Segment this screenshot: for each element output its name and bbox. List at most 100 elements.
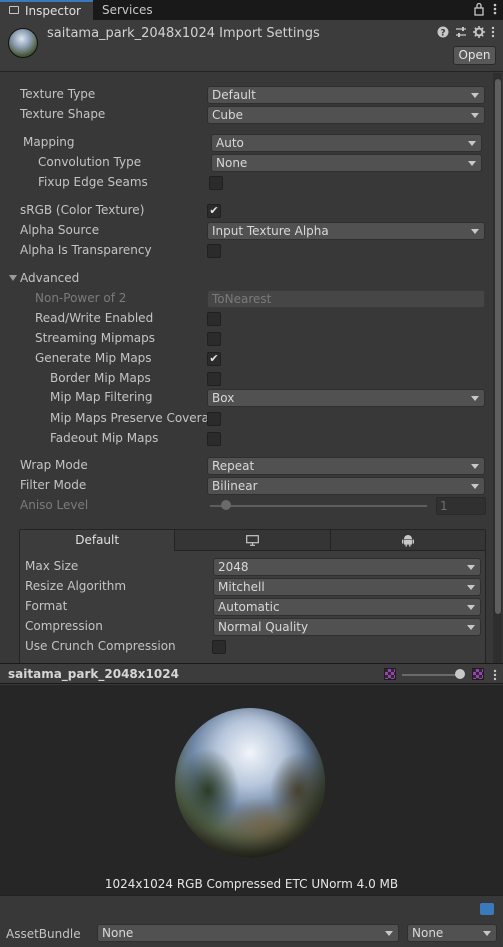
format-dropdown[interactable]: Automatic: [213, 598, 481, 616]
presets-icon[interactable]: [455, 26, 467, 38]
chevron-down-icon: [468, 141, 476, 146]
alpha-preview-icon[interactable]: [384, 668, 396, 680]
aniso-level-slider-knob: [221, 500, 231, 510]
aniso-level-label: Aniso Level: [20, 498, 89, 512]
mip-map-filtering-dropdown[interactable]: Box: [207, 389, 485, 407]
convolution-type-value: None: [216, 156, 248, 170]
header-more-icon[interactable]: [491, 26, 495, 38]
filter-mode-value: Bilinear: [212, 479, 258, 493]
alpha-is-transparency-label: Alpha Is Transparency: [20, 243, 152, 257]
asset-bundle-variant-dropdown[interactable]: None: [407, 924, 497, 942]
convolution-type-label: Convolution Type: [38, 155, 142, 169]
fadeout-mip-maps-checkbox[interactable]: [207, 432, 221, 446]
preview-more-icon[interactable]: [493, 668, 497, 682]
chevron-down-icon: [385, 931, 393, 936]
asset-bundle-name-value: None: [102, 926, 134, 940]
aniso-level-field: 1: [436, 497, 486, 515]
import-settings: Texture Type Default Texture Shape Cube …: [0, 73, 503, 664]
texture-preview[interactable]: 1024x1024 RGB Compressed ETC UNorm 4.0 M…: [0, 685, 503, 895]
texture-shape-dropdown[interactable]: Cube: [207, 106, 485, 124]
texture-thumbnail: [8, 28, 38, 58]
svg-text:?: ?: [440, 29, 445, 39]
scrollbar[interactable]: [493, 73, 502, 663]
generate-mip-maps-checkbox[interactable]: ✔: [207, 352, 221, 366]
row-texture-type: Texture Type Default: [0, 86, 490, 104]
row-resize-algorithm: Resize Algorithm Mitchell: [20, 578, 485, 596]
use-crunch-checkbox[interactable]: [212, 640, 226, 654]
streaming-mipmaps-checkbox[interactable]: [207, 332, 221, 346]
streaming-mipmaps-label: Streaming Mipmaps: [35, 331, 156, 345]
texture-shape-label: Texture Shape: [20, 107, 106, 121]
mip-map-filtering-value: Box: [212, 391, 235, 405]
open-button[interactable]: Open: [453, 46, 496, 65]
advanced-foldout[interactable]: Advanced: [0, 270, 490, 288]
help-icon[interactable]: ?: [437, 26, 449, 38]
chevron-down-icon: [471, 229, 479, 234]
read-write-checkbox[interactable]: [207, 312, 221, 326]
resize-algorithm-dropdown[interactable]: Mitchell: [213, 578, 481, 596]
tab-platform-default[interactable]: Default: [20, 530, 176, 551]
chevron-down-icon: [467, 625, 475, 630]
compression-value: Normal Quality: [218, 620, 309, 634]
srgb-checkbox[interactable]: ✔: [207, 204, 221, 218]
alpha-source-dropdown[interactable]: Input Texture Alpha: [207, 222, 485, 240]
texture-type-value: Default: [212, 88, 256, 102]
row-alpha-is-transparency: Alpha Is Transparency: [0, 242, 490, 260]
row-texture-shape: Texture Shape Cube: [0, 106, 490, 124]
row-mapping: Mapping Auto: [0, 134, 490, 152]
row-compression: Compression Normal Quality: [20, 618, 485, 636]
chevron-down-icon: [471, 484, 479, 489]
preview-header[interactable]: saitama_park_2048x1024: [0, 663, 503, 684]
row-streaming-mipmaps: Streaming Mipmaps: [0, 330, 490, 348]
chevron-down-icon: [471, 93, 479, 98]
max-size-label: Max Size: [25, 559, 79, 573]
mip-level-slider[interactable]: [402, 674, 460, 676]
max-size-value: 2048: [218, 560, 249, 574]
tab-services[interactable]: Services: [102, 0, 153, 20]
row-aniso-level: Aniso Level 1: [0, 497, 490, 515]
resize-algorithm-value: Mitchell: [218, 580, 265, 594]
settings-icon[interactable]: [473, 26, 485, 38]
scrollbar-thumb[interactable]: [495, 79, 501, 614]
fixup-edge-seams-checkbox[interactable]: [209, 176, 223, 190]
max-size-dropdown[interactable]: 2048: [213, 558, 481, 576]
row-mip-map-filtering: Mip Map Filtering Box: [0, 389, 490, 407]
label-tag-icon[interactable]: [480, 903, 494, 915]
generate-mip-maps-label: Generate Mip Maps: [35, 351, 152, 365]
page-title: saitama_park_2048x1024 Import Settings: [47, 26, 320, 41]
mip-level-slider-knob[interactable]: [455, 669, 465, 679]
more-icon[interactable]: [493, 2, 497, 16]
read-write-label: Read/Write Enabled: [35, 311, 154, 325]
foldout-arrow-icon: [9, 275, 17, 281]
mapping-dropdown[interactable]: Auto: [211, 134, 482, 152]
srgb-label: sRGB (Color Texture): [20, 203, 145, 217]
inspector-icon: [9, 6, 19, 14]
tab-platform-android[interactable]: [330, 530, 485, 551]
filter-mode-label: Filter Mode: [20, 478, 87, 492]
alpha-is-transparency-checkbox[interactable]: [207, 244, 221, 258]
android-icon: [401, 535, 414, 547]
mapping-value: Auto: [216, 136, 244, 150]
mip-maps-preserve-coverage-checkbox[interactable]: [207, 412, 221, 426]
texture-type-dropdown[interactable]: Default: [207, 86, 485, 104]
asset-bundle-variant-value: None: [412, 926, 444, 940]
row-srgb: sRGB (Color Texture) ✔: [0, 202, 490, 220]
chevron-down-icon: [467, 585, 475, 590]
chevron-down-icon: [483, 931, 491, 936]
tab-inspector[interactable]: Inspector: [0, 0, 93, 20]
resize-algorithm-label: Resize Algorithm: [25, 579, 127, 593]
wrap-mode-dropdown[interactable]: Repeat: [207, 457, 485, 475]
chevron-down-icon: [467, 565, 475, 570]
border-mip-maps-checkbox[interactable]: [207, 372, 221, 386]
asset-bundle-name-dropdown[interactable]: None: [97, 924, 399, 942]
lock-icon[interactable]: [474, 2, 484, 16]
tab-platform-standalone[interactable]: [175, 530, 331, 551]
compression-dropdown[interactable]: Normal Quality: [213, 618, 481, 636]
convolution-type-dropdown[interactable]: None: [211, 154, 482, 172]
aniso-level-slider: [210, 505, 427, 507]
advanced-label: Advanced: [20, 271, 80, 285]
checker-background-icon[interactable]: [472, 668, 484, 680]
header-icons: ?: [437, 26, 495, 38]
filter-mode-dropdown[interactable]: Bilinear: [207, 477, 485, 495]
row-max-size: Max Size 2048: [20, 558, 485, 576]
